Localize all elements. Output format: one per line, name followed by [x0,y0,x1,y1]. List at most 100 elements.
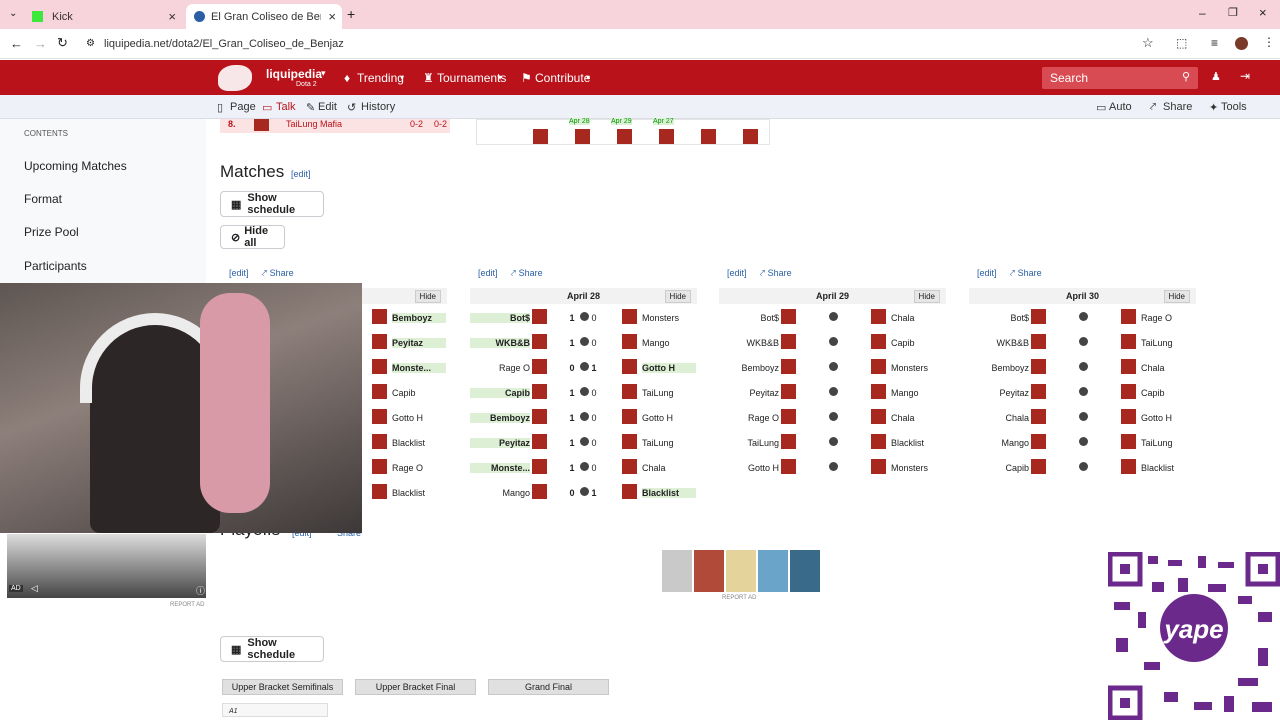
match-row[interactable]: Bemboyz Chala [969,354,1196,379]
team-right[interactable]: Bemboyz [392,313,446,323]
team-left[interactable]: Peyitaz [719,388,779,398]
show-schedule-button[interactable]: ▦ Show schedule [220,636,324,662]
team-left[interactable]: Bemboyz [719,363,779,373]
action-edit[interactable]: Edit [318,101,337,113]
bookmark-star-icon[interactable]: ☆ [1142,35,1154,51]
team-left[interactable]: Mango [470,488,530,498]
team-right[interactable]: Chala [891,313,945,323]
team-right[interactable]: Monste... [392,363,446,373]
team-left[interactable]: Monste... [470,463,530,473]
edit-link[interactable]: [edit] [977,268,997,278]
team-right[interactable]: Rage O [1141,313,1195,323]
team-right[interactable]: Gotto H [642,363,696,373]
info-icon[interactable] [1079,437,1088,446]
action-auto[interactable]: Auto [1109,101,1132,113]
match-row[interactable]: Bot$ Chala [719,304,946,329]
team-left[interactable]: Gotto H [719,463,779,473]
info-icon[interactable] [580,412,589,421]
info-icon[interactable] [580,487,589,496]
team-right[interactable]: Monsters [891,363,945,373]
team-left[interactable]: Bot$ [470,313,530,323]
team-left[interactable]: Capib [969,463,1029,473]
action-tools[interactable]: Tools [1221,101,1247,113]
info-icon[interactable] [1079,387,1088,396]
team-right[interactable]: Rage O [392,463,446,473]
team-left[interactable]: WKB&B [969,338,1029,348]
info-icon[interactable] [1079,412,1088,421]
close-tab-icon[interactable]: × [328,9,336,24]
match-row[interactable]: Bot$ Rage O [969,304,1196,329]
match-row[interactable]: Rage O 0 1 Gotto H [470,354,697,379]
match-row[interactable]: WKB&B TaiLung [969,329,1196,354]
info-icon[interactable] [580,362,589,371]
back-icon[interactable]: ← [10,36,23,51]
match-row[interactable]: WKB&B Capib [719,329,946,354]
match-row[interactable]: Rage O Chala [719,404,946,429]
team-left[interactable]: Rage O [470,363,530,373]
team-left[interactable]: TaiLung [719,438,779,448]
team-left[interactable]: Bemboyz [969,363,1029,373]
minimize-icon[interactable]: – [1199,6,1206,20]
close-tab-icon[interactable]: × [168,9,176,24]
team-left[interactable]: Bemboyz [470,413,530,423]
match-row[interactable]: Monste... 1 0 Chala [470,454,697,479]
match-row[interactable]: Capib Blacklist [969,454,1196,479]
team-left[interactable]: Mango [969,438,1029,448]
share-link[interactable]: ⤤ Share [262,268,294,279]
team-right[interactable]: Chala [891,413,945,423]
nav-trending[interactable]: Trending [357,71,404,85]
match-row[interactable]: Bot$ 1 0 Monsters [470,304,697,329]
avatar[interactable] [1235,37,1248,50]
team-right[interactable]: TaiLung [642,438,696,448]
url-field[interactable]: liquipedia.net/dota2/El_Gran_Coliseo_de_… [78,33,1168,55]
sidebar-item-format[interactable]: Format [24,192,62,206]
team-right[interactable]: Blacklist [392,488,446,498]
info-icon[interactable] [580,387,589,396]
team-left[interactable]: Peyitaz [470,438,530,448]
team-right[interactable]: Gotto H [392,413,446,423]
match-row[interactable]: Bemboyz Monsters [719,354,946,379]
team-right[interactable]: Chala [642,463,696,473]
window-close-icon[interactable]: × [1259,5,1267,20]
edit-link[interactable]: [edit] [291,169,311,179]
info-icon[interactable] [1079,362,1088,371]
match-row[interactable]: WKB&B 1 0 Mango [470,329,697,354]
team-left[interactable]: Peyitaz [969,388,1029,398]
info-icon[interactable] [580,312,589,321]
edit-link[interactable]: [edit] [229,268,249,278]
match-row[interactable]: Peyitaz Capib [969,379,1196,404]
tab-kick[interactable]: Kick × [24,4,182,29]
maximize-icon[interactable]: ❐ [1228,6,1238,19]
tab-liquipedia[interactable]: El Gran Coliseo de Benjaz - Liqu × [186,4,342,29]
info-icon[interactable] [580,337,589,346]
info-icon[interactable] [829,412,838,421]
info-icon[interactable] [829,437,838,446]
nav-tournaments[interactable]: Tournaments [437,71,506,85]
share-link[interactable]: ⤤ Share [760,268,792,279]
team-right[interactable]: Gotto H [642,413,696,423]
match-row[interactable]: Bemboyz 1 0 Gotto H [470,404,697,429]
team-right[interactable]: Capib [891,338,945,348]
action-talk[interactable]: Talk [276,101,296,113]
info-icon[interactable] [580,462,589,471]
match-row[interactable]: Mango 0 1 Blacklist [470,479,697,504]
login-icon[interactable]: ⇥ [1240,69,1250,83]
team-left[interactable]: Bot$ [969,313,1029,323]
tab-list-icon[interactable]: ⌄ [9,8,17,19]
edit-link[interactable]: [edit] [727,268,747,278]
action-share[interactable]: Share [1163,101,1192,113]
info-icon[interactable]: ⓘ [196,584,205,597]
info-icon[interactable] [829,337,838,346]
action-history[interactable]: History [361,101,395,113]
action-page[interactable]: Page [230,101,256,113]
new-tab-icon[interactable]: + [347,6,355,22]
team-right[interactable]: Capib [392,388,446,398]
ad-banner[interactable] [662,550,820,592]
team-right[interactable]: Chala [1141,363,1195,373]
nav-contribute[interactable]: Contribute [535,71,590,85]
team-right[interactable]: TaiLung [1141,338,1195,348]
user-add-icon[interactable]: ♟ [1211,70,1221,83]
menu-icon[interactable]: ⋮ [1263,35,1275,49]
team-right[interactable]: Blacklist [891,438,945,448]
sidebar-item-upcoming-matches[interactable]: Upcoming Matches [24,159,127,173]
